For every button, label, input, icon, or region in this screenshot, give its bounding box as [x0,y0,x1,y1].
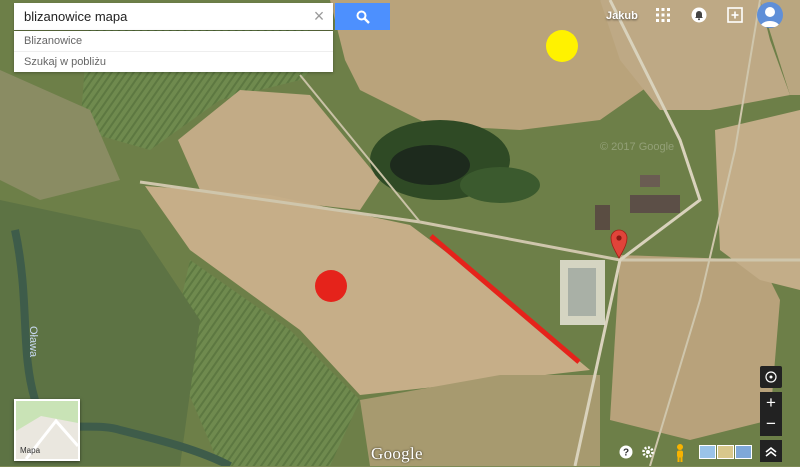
chevron-up-icon [765,446,777,457]
layer-thumbnail[interactable] [699,445,716,459]
river-label: Oława [27,326,39,358]
map-type-thumbnail[interactable]: Mapa [14,399,80,461]
search-input[interactable] [14,3,304,30]
gear-icon[interactable] [641,445,655,459]
search-button[interactable] [335,3,390,30]
red-marker [315,270,347,302]
suggestion-item[interactable]: Blizanowice [14,31,333,51]
close-icon[interactable]: × [311,7,327,25]
compass-icon [765,371,777,383]
layer-thumbnail[interactable] [717,445,734,459]
help-icon[interactable]: ? [619,445,633,459]
map-type-label: Mapa [20,446,41,455]
google-logo: Google [371,444,423,463]
svg-text:?: ? [623,448,629,459]
user-avatar-icon[interactable] [757,2,783,28]
notifications-icon[interactable] [691,7,707,23]
map-watermark: © 2017 Google [600,141,674,153]
pegman-icon[interactable] [673,443,687,463]
user-name[interactable]: Jakub [606,10,638,22]
compass-button[interactable] [760,366,782,388]
apps-grid-icon[interactable] [655,7,671,23]
zoom-out-button[interactable]: − [760,414,782,436]
layer-thumbnail[interactable] [735,445,752,459]
search-icon [356,10,370,24]
add-share-icon[interactable] [727,7,743,23]
search-box: × [14,3,333,30]
yellow-marker [546,30,578,62]
expand-button[interactable] [760,440,782,462]
bottom-toolbar: ? [615,440,800,466]
suggestion-item[interactable]: Szukaj w pobliżu [14,51,333,72]
search-suggestions: Blizanowice Szukaj w pobliżu [14,31,333,72]
zoom-in-button[interactable]: + [760,392,782,414]
